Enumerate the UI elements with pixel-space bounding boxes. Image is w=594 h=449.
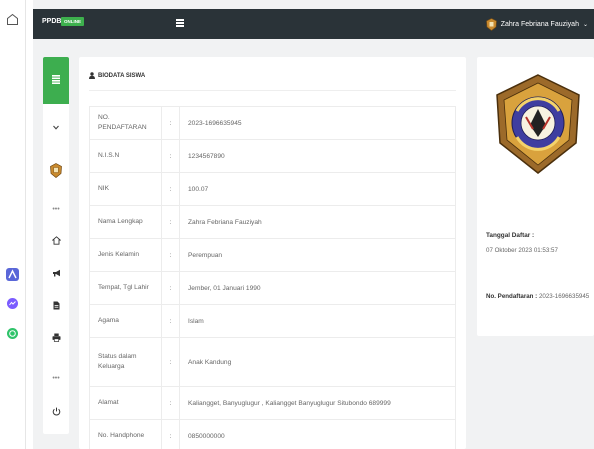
brand-title[interactable]: PPDB: [42, 18, 61, 25]
row-value: 0850000000: [179, 419, 456, 449]
biodata-table: NO. PENDAFTARAN : 2023-1696635945 N.I.S.…: [89, 106, 456, 449]
school-logo-icon: [43, 160, 69, 180]
table-row: No. Handphone : 0850000000: [89, 419, 456, 449]
row-label: Agama: [89, 304, 162, 338]
row-value: Jember, 01 Januari 1990: [179, 271, 456, 305]
user-menu[interactable]: Zahra Febriana Fauziyah ⌄: [485, 15, 588, 33]
online-badge: ONLINE: [61, 17, 85, 26]
sidebar-dots-2: •••: [52, 374, 60, 382]
row-label: Status dalam Keluarga: [89, 337, 162, 387]
divider: [89, 90, 456, 91]
row-separator: :: [161, 271, 180, 305]
school-logo-avatar-icon: [485, 17, 497, 31]
registration-number: No. Pendaftaran : 2023-1696635945: [486, 293, 589, 300]
row-value: Zahra Febriana Fauziyah: [179, 205, 456, 239]
app-launcher-icon[interactable]: [6, 268, 19, 281]
row-label: NO. PENDAFTARAN: [89, 106, 162, 140]
row-label: No. Handphone: [89, 419, 162, 449]
row-label: N.I.S.N: [89, 139, 162, 173]
row-value: 100.07: [179, 172, 456, 206]
megaphone-icon[interactable]: [43, 266, 69, 280]
table-row: Jenis Kelamin : Perempuan: [89, 238, 456, 272]
row-separator: :: [161, 419, 180, 449]
row-label: Tempat, Tgl Lahir: [89, 271, 162, 305]
sidebar: ••• •••: [43, 57, 69, 434]
table-row: Status dalam Keluarga : Anak Kandung: [89, 337, 456, 387]
row-label: Alamat: [89, 386, 162, 420]
row-separator: :: [161, 386, 180, 420]
power-logout-icon[interactable]: [43, 404, 69, 418]
browser-side-strip: [0, 0, 26, 449]
school-emblem-logo: [496, 74, 580, 174]
list-icon: [52, 75, 60, 84]
row-separator: :: [161, 337, 180, 387]
row-separator: :: [161, 238, 180, 272]
biodata-panel: BIODATA SISWA NO. PENDAFTARAN : 2023-169…: [79, 57, 466, 449]
row-value: Perempuan: [179, 238, 456, 272]
document-icon[interactable]: [43, 298, 69, 312]
sidebar-header[interactable]: [43, 57, 69, 104]
table-row: Alamat : Kaliangget, Banyuglugur , Kalia…: [89, 386, 456, 420]
row-separator: :: [161, 172, 180, 206]
table-row: Agama : Islam: [89, 304, 456, 338]
registration-date-label: Tanggal Daftar :: [486, 232, 535, 239]
messenger-icon[interactable]: [6, 297, 19, 310]
chevron-down-icon: ⌄: [582, 21, 588, 28]
top-navbar: PPDB ONLINE Zahra Febriana Fauziyah ⌄: [33, 9, 594, 39]
panel-title: BIODATA SISWA: [89, 72, 145, 79]
row-value: Kaliangget, Banyuglugur , Kaliangget Ban…: [179, 386, 456, 420]
row-value: 2023-1696635945: [179, 106, 456, 140]
registration-number-value: 2023-1696635945: [538, 293, 590, 300]
table-row: Nama Lengkap : Zahra Febriana Fauziyah: [89, 205, 456, 239]
registration-number-label: No. Pendaftaran :: [486, 293, 538, 300]
row-separator: :: [161, 106, 180, 140]
row-label: Jenis Kelamin: [89, 238, 162, 272]
row-value: 1234567890: [179, 139, 456, 173]
panel-title-text: BIODATA SISWA: [98, 72, 146, 79]
row-separator: :: [161, 304, 180, 338]
sidebar-collapse-chevron-icon[interactable]: [43, 120, 69, 134]
table-row: Tempat, Tgl Lahir : Jember, 01 Januari 1…: [89, 271, 456, 305]
table-row: N.I.S.N : 1234567890: [89, 139, 456, 173]
print-icon[interactable]: [43, 330, 69, 344]
home-outline-icon[interactable]: [6, 13, 19, 26]
row-separator: :: [161, 205, 180, 239]
sidebar-dots-1: •••: [52, 205, 60, 213]
whatsapp-icon[interactable]: [6, 327, 19, 340]
row-value: Anak Kandung: [179, 337, 456, 387]
row-value: Islam: [179, 304, 456, 338]
registration-info-card: Tanggal Daftar : 07 Oktober 2023 01:53:5…: [477, 57, 594, 336]
user-name: Zahra Febriana Fauziyah: [500, 20, 579, 28]
hamburger-menu-icon[interactable]: [176, 19, 184, 28]
row-separator: :: [161, 139, 180, 173]
app-window: PPDB ONLINE Zahra Febriana Fauziyah ⌄ ••…: [33, 0, 594, 449]
registration-date-value: 07 Oktober 2023 01:53:57: [486, 247, 558, 254]
table-row: NIK : 100.07: [89, 172, 456, 206]
row-label: NIK: [89, 172, 162, 206]
table-row: NO. PENDAFTARAN : 2023-1696635945: [89, 106, 456, 140]
row-label: Nama Lengkap: [89, 205, 162, 239]
home-icon[interactable]: [43, 233, 69, 247]
user-icon: [89, 72, 95, 79]
